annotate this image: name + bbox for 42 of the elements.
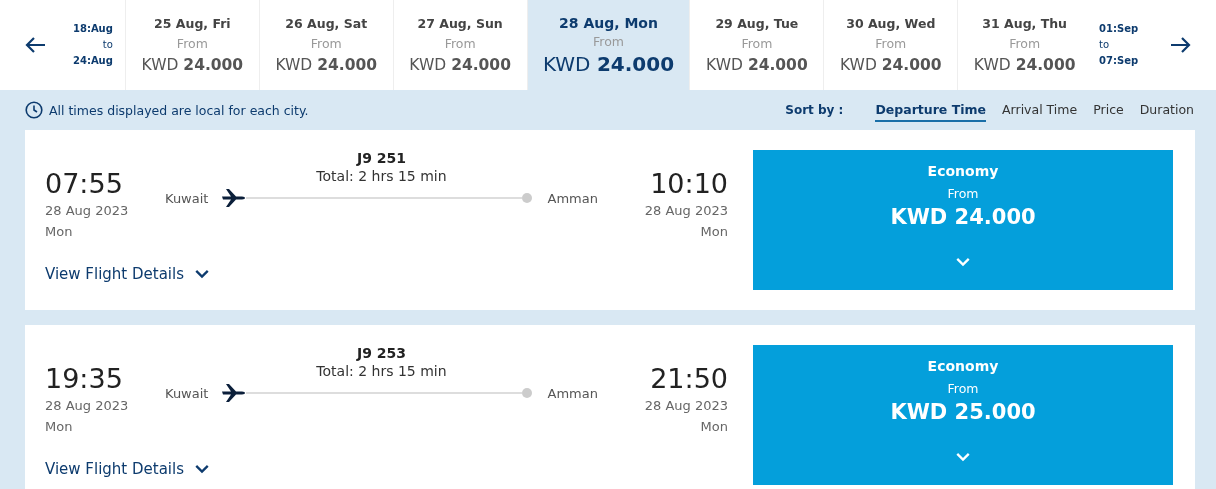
origin-city: Kuwait xyxy=(165,385,210,401)
arrow-right-icon xyxy=(1170,36,1193,54)
arrival-date: 28 Aug 2023 xyxy=(644,398,728,413)
flight-number: J9 251 xyxy=(356,150,407,166)
arrival-day: Mon xyxy=(700,419,728,434)
chevron-down-icon xyxy=(955,257,971,267)
arrival-day: Mon xyxy=(700,224,728,239)
airplane-icon xyxy=(222,383,247,403)
destination-city: Amman xyxy=(546,385,598,401)
view-flight-details-link[interactable]: View Flight Details xyxy=(45,460,210,478)
departure-day: Mon xyxy=(45,419,73,434)
airplane-icon xyxy=(222,188,247,208)
arrival-date: 28 Aug 2023 xyxy=(644,203,728,218)
timezone-notice: All times displayed are local for each city. xyxy=(49,102,310,118)
date-tab[interactable]: 28 Aug, Mon From KWD 24.000 xyxy=(526,0,690,90)
departure-time: 19:35 xyxy=(45,363,123,394)
departure-date: 28 Aug 2023 xyxy=(45,203,129,218)
sort-label: Sort by : xyxy=(785,103,844,117)
destination-dot xyxy=(521,193,532,203)
departure-date: 28 Aug 2023 xyxy=(45,398,129,413)
chevron-down-icon xyxy=(194,269,210,279)
origin-city: Kuwait xyxy=(165,190,210,206)
sort-option[interactable]: Price xyxy=(1093,98,1124,122)
clock-icon xyxy=(25,101,43,119)
departure-time: 07:55 xyxy=(45,168,123,199)
departure-day: Mon xyxy=(45,224,73,239)
previous-range-button[interactable]: 18:Aug to 24:Aug xyxy=(69,0,125,90)
arrow-left-icon xyxy=(23,36,46,54)
view-flight-details-link[interactable]: View Flight Details xyxy=(45,265,210,283)
sort-option[interactable]: Departure Time xyxy=(875,98,986,122)
chevron-down-icon xyxy=(194,464,210,474)
arrival-time: 10:10 xyxy=(650,168,728,199)
flight-duration: Total: 2 hrs 15 min xyxy=(316,168,447,184)
chevron-down-icon xyxy=(955,452,971,462)
sort-option[interactable]: Duration xyxy=(1139,98,1194,122)
sort-option[interactable]: Arrival Time xyxy=(1002,98,1078,122)
destination-city: Amman xyxy=(546,190,598,206)
flight-duration: Total: 2 hrs 15 min xyxy=(316,363,447,379)
arrival-time: 21:50 xyxy=(650,363,728,394)
flight-number: J9 253 xyxy=(356,345,407,361)
destination-dot xyxy=(521,388,532,398)
next-range-button[interactable]: 01:Sep to 07:Sep xyxy=(1091,0,1147,90)
